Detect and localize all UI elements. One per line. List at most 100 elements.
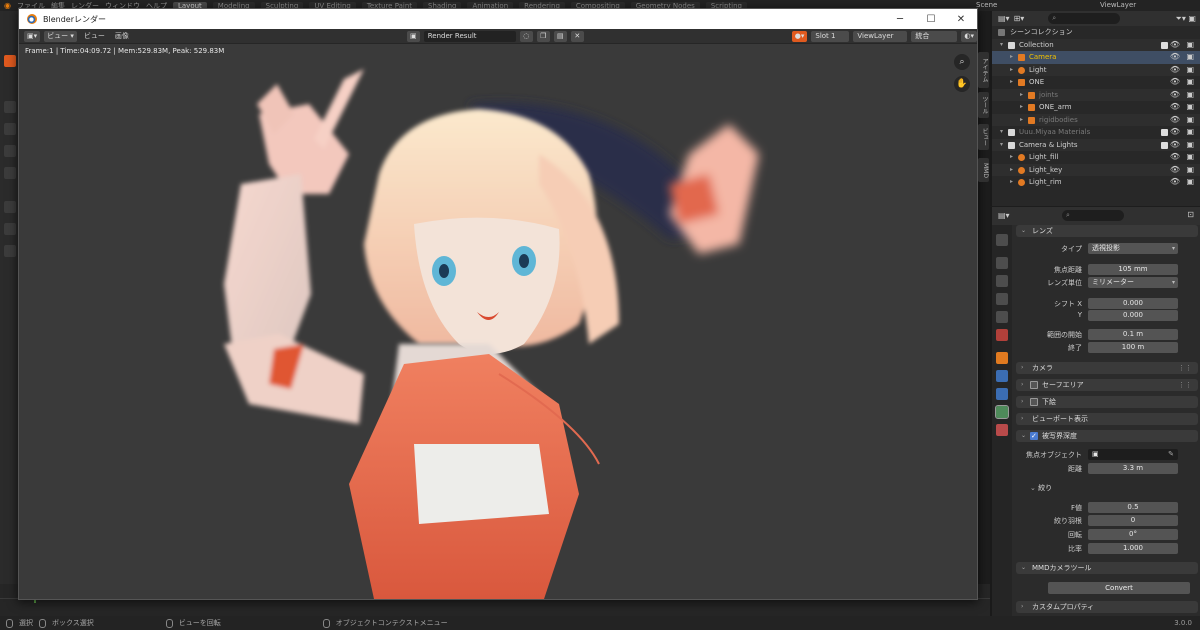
outliner-root-row[interactable]: シーンコレクション bbox=[992, 26, 1200, 39]
tool-tab-icon[interactable] bbox=[996, 234, 1008, 246]
slot-selector[interactable]: Slot 1 bbox=[811, 30, 850, 42]
output-tab-icon[interactable] bbox=[996, 275, 1008, 287]
sidebar-tab-tool[interactable]: ツール bbox=[978, 92, 989, 118]
select-tool-icon[interactable] bbox=[4, 55, 16, 67]
view-layer-tab-icon[interactable] bbox=[996, 293, 1008, 305]
new-image-icon[interactable]: ❐ bbox=[536, 30, 550, 42]
outliner-filter-icon[interactable]: ⏷▾ ▣ bbox=[1175, 14, 1196, 24]
render-visibility-icon[interactable]: ▣ bbox=[1186, 126, 1194, 139]
visibility-eye-icon[interactable]: 👁 bbox=[1170, 64, 1180, 77]
expand-arrow-icon[interactable]: ▾ bbox=[1000, 139, 1003, 152]
zoom-icon[interactable]: ⌕ bbox=[954, 54, 970, 70]
convert-button[interactable]: Convert bbox=[1048, 582, 1190, 594]
cursor-tool-icon[interactable] bbox=[4, 101, 16, 113]
drag-handle-icon[interactable]: ⋮⋮ bbox=[1178, 379, 1192, 391]
visibility-eye-icon[interactable]: 👁 bbox=[1170, 89, 1180, 102]
render-visibility-icon[interactable]: ▣ bbox=[1186, 89, 1194, 102]
visibility-eye-icon[interactable]: 👁 bbox=[1170, 51, 1180, 64]
outliner-row[interactable]: ▸ rigidbodies 👁 ▣ bbox=[992, 113, 1200, 127]
eyedropper-icon[interactable]: ✎ bbox=[1168, 449, 1174, 460]
viewport-display-section-header[interactable]: › ビューポート表示 bbox=[1016, 413, 1198, 425]
camera-data-tab-icon[interactable] bbox=[995, 405, 1009, 419]
visibility-eye-icon[interactable]: 👁 bbox=[1170, 114, 1180, 127]
expand-arrow-icon[interactable]: ▾ bbox=[1000, 39, 1003, 52]
add-cube-tool-icon[interactable] bbox=[4, 245, 16, 257]
safe-areas-section-header[interactable]: › セーフエリア ⋮⋮ bbox=[1016, 379, 1198, 391]
outliner-row[interactable]: ▾ Uuu.Miyaa Materials 👁 ▣ bbox=[992, 126, 1200, 139]
display-channels-icon[interactable]: ◐▾ bbox=[961, 30, 977, 42]
visibility-eye-icon[interactable]: 👁 bbox=[1170, 151, 1180, 164]
lens-unit-dropdown[interactable]: ミリメーター ▾ bbox=[1088, 277, 1178, 288]
render-engine-icon[interactable]: ●▾ bbox=[791, 30, 808, 42]
outliner-row[interactable]: ▸ Camera 👁 ▣ bbox=[992, 51, 1200, 64]
collection-include-checkbox[interactable] bbox=[1161, 141, 1168, 149]
lens-section-header[interactable]: ⌄ レンズ bbox=[1016, 225, 1198, 237]
expand-arrow-icon[interactable]: ▸ bbox=[1010, 176, 1013, 189]
outliner-search[interactable]: ⌕ bbox=[1048, 13, 1121, 24]
visibility-eye-icon[interactable]: 👁 bbox=[1170, 176, 1180, 189]
expand-arrow-icon[interactable]: ▸ bbox=[1010, 76, 1013, 89]
rotation-field[interactable]: 0° bbox=[1088, 529, 1178, 540]
shift-y-field[interactable]: 0.000 bbox=[1088, 310, 1178, 321]
outliner-row[interactable]: ▸ Light 👁 ▣ bbox=[992, 63, 1200, 77]
expand-arrow-icon[interactable]: ▸ bbox=[1020, 89, 1023, 102]
pan-hand-icon[interactable]: ✋ bbox=[954, 76, 970, 92]
collection-include-checkbox[interactable] bbox=[1161, 129, 1168, 136]
minimize-icon[interactable]: ─ bbox=[885, 9, 915, 29]
camera-section-header[interactable]: › カメラ ⋮⋮ bbox=[1016, 362, 1198, 374]
drag-handle-icon[interactable]: ⋮⋮ bbox=[1178, 362, 1192, 374]
sidebar-tab-view[interactable]: ビュー bbox=[978, 124, 989, 150]
view-layer-selector[interactable]: ViewLayer bbox=[1096, 0, 1200, 11]
visibility-eye-icon[interactable]: 👁 bbox=[1170, 164, 1180, 177]
fake-user-icon[interactable]: ◌ bbox=[519, 30, 533, 42]
outliner-row[interactable]: ▸ joints 👁 ▣ bbox=[992, 88, 1200, 102]
expand-arrow-icon[interactable]: ▸ bbox=[1010, 51, 1013, 64]
physics-tab-icon[interactable] bbox=[996, 370, 1008, 382]
pin-icon[interactable]: ⊡ bbox=[1187, 210, 1194, 219]
view-layer-dropdown[interactable]: ViewLayer bbox=[853, 30, 908, 42]
object-tab-icon[interactable] bbox=[996, 352, 1008, 364]
measure-tool-icon[interactable] bbox=[4, 223, 16, 235]
editor-type-icon[interactable]: ▣▾ bbox=[24, 30, 41, 42]
menu-image[interactable]: 画像 bbox=[112, 31, 132, 41]
outliner-editor-icon[interactable]: ▤▾ bbox=[998, 14, 1010, 23]
render-result-canvas[interactable]: Frame:1 | Time:04:09.72 | Mem:529.83M, P… bbox=[19, 44, 977, 599]
render-visibility-icon[interactable]: ▣ bbox=[1186, 51, 1194, 64]
render-visibility-icon[interactable]: ▣ bbox=[1186, 39, 1194, 52]
render-window-titlebar[interactable]: Blenderレンダー ─ ☐ ✕ bbox=[19, 9, 977, 29]
maximize-icon[interactable]: ☐ bbox=[916, 9, 946, 29]
clip-end-field[interactable]: 100 m bbox=[1088, 342, 1178, 353]
visibility-eye-icon[interactable]: 👁 bbox=[1170, 101, 1180, 114]
render-visibility-icon[interactable]: ▣ bbox=[1186, 151, 1194, 164]
image-name-field[interactable]: Render Result bbox=[423, 30, 516, 42]
collection-include-checkbox[interactable] bbox=[1161, 41, 1168, 49]
custom-properties-section-header[interactable]: › カスタムプロパティ bbox=[1016, 601, 1198, 613]
outliner-row[interactable]: ▾ Camera & Lights 👁 ▣ bbox=[992, 138, 1200, 152]
rotate-tool-icon[interactable] bbox=[4, 145, 16, 157]
outliner-row[interactable]: ▸ ONE_arm 👁 ▣ bbox=[992, 101, 1200, 114]
move-tool-icon[interactable] bbox=[4, 123, 16, 135]
safe-areas-checkbox[interactable] bbox=[1030, 381, 1038, 389]
blender-logo-icon[interactable]: ◉ bbox=[4, 1, 11, 10]
blades-field[interactable]: 0 bbox=[1088, 515, 1178, 526]
properties-search[interactable]: ⌕ bbox=[1062, 210, 1124, 221]
shift-x-field[interactable]: 0.000 bbox=[1088, 298, 1178, 309]
annotate-tool-icon[interactable] bbox=[4, 201, 16, 213]
view-menu-dropdown[interactable]: ビュー ▾ bbox=[44, 30, 77, 42]
background-images-checkbox[interactable] bbox=[1030, 398, 1038, 406]
outliner-row[interactable]: ▸ ONE 👁 ▣ bbox=[992, 76, 1200, 89]
outliner-row[interactable]: ▸ Light_key 👁 ▣ bbox=[992, 163, 1200, 177]
render-visibility-icon[interactable]: ▣ bbox=[1186, 76, 1194, 89]
expand-arrow-icon[interactable]: ▸ bbox=[1020, 101, 1023, 114]
outliner-row[interactable]: ▾ Collection 👁 ▣ bbox=[992, 38, 1200, 52]
sidebar-tab-item[interactable]: アイテム bbox=[978, 52, 989, 88]
render-visibility-icon[interactable]: ▣ bbox=[1186, 176, 1194, 189]
focus-object-field[interactable]: ▣ ✎ bbox=[1088, 449, 1178, 460]
lens-type-dropdown[interactable]: 透視投影 ▾ bbox=[1088, 243, 1178, 254]
fstop-field[interactable]: 0.5 bbox=[1088, 502, 1178, 513]
dof-checkbox[interactable] bbox=[1030, 430, 1038, 442]
open-folder-icon[interactable]: ▤ bbox=[553, 30, 567, 42]
mmd-camera-tools-section-header[interactable]: ⌄ MMDカメラツール bbox=[1016, 562, 1198, 574]
expand-arrow-icon[interactable]: ▸ bbox=[1020, 114, 1023, 127]
image-browse-icon[interactable]: ▣ bbox=[406, 30, 420, 42]
